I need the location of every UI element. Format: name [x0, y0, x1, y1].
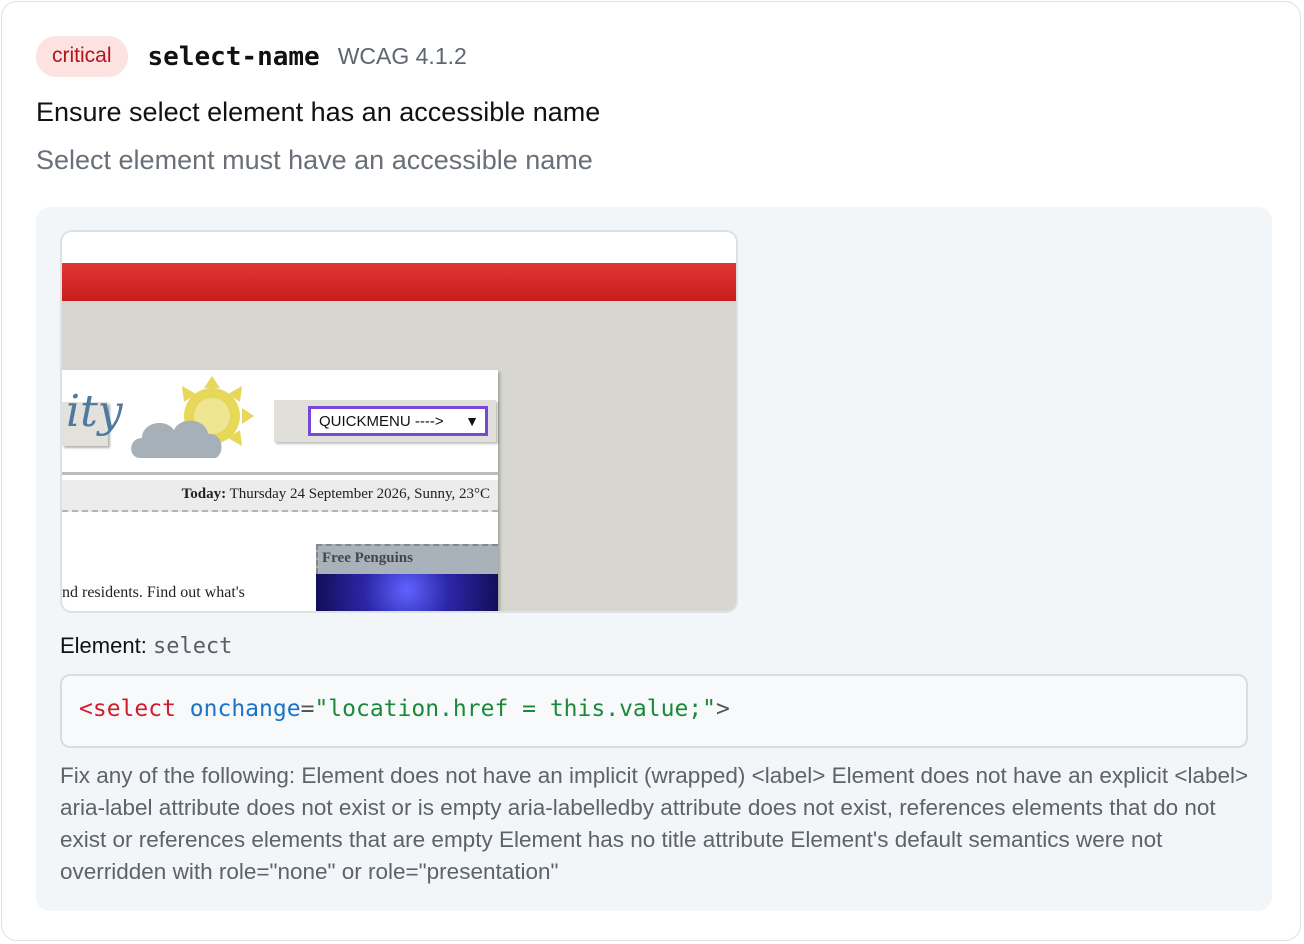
- site-header-bar: [62, 263, 736, 301]
- node-details-panel: ity QUICKMENU ----> ▼ Today: Thursday 24…: [36, 207, 1272, 911]
- element-tag: select: [152, 634, 233, 659]
- date-band: Today: Thursday 24 September 2026, Sunny…: [62, 480, 498, 512]
- rule-id: select-name: [147, 41, 320, 72]
- quickmenu-select[interactable]: QUICKMENU ----> ▼: [308, 406, 488, 436]
- body-text: nd residents. Find out what's: [62, 584, 245, 601]
- severity-badge: critical: [36, 36, 128, 77]
- code-snippet: <select onchange="location.href = this.v…: [60, 674, 1248, 748]
- wcag-reference: WCAG 4.1.2: [337, 43, 467, 69]
- penguins-image: [316, 574, 498, 611]
- violation-card: critical select-name WCAG 4.1.2 Ensure s…: [1, 1, 1301, 941]
- element-screenshot: ity QUICKMENU ----> ▼ Today: Thursday 24…: [60, 230, 738, 613]
- fix-suggestions: Fix any of the following: Element does n…: [60, 763, 1249, 884]
- chevron-down-icon: ▼: [465, 413, 479, 429]
- penguins-panel-title: Free Penguins: [322, 550, 413, 566]
- divider: [62, 472, 498, 475]
- violation-subtitle: Select element must have an accessible n…: [36, 145, 593, 175]
- weather-sun-cloud-icon: [131, 376, 254, 458]
- penguins-panel-header: Free Penguins: [316, 544, 498, 574]
- logo-text: ity: [66, 386, 123, 437]
- quickmenu-label: QUICKMENU ---->: [319, 412, 444, 430]
- violation-title: Ensure select element has an accessible …: [36, 97, 601, 127]
- element-label: Element: select: [60, 633, 233, 659]
- date-text: Today: Thursday 24 September 2026, Sunny…: [181, 486, 490, 502]
- violation-header: critical select-name WCAG 4.1.2: [36, 36, 467, 77]
